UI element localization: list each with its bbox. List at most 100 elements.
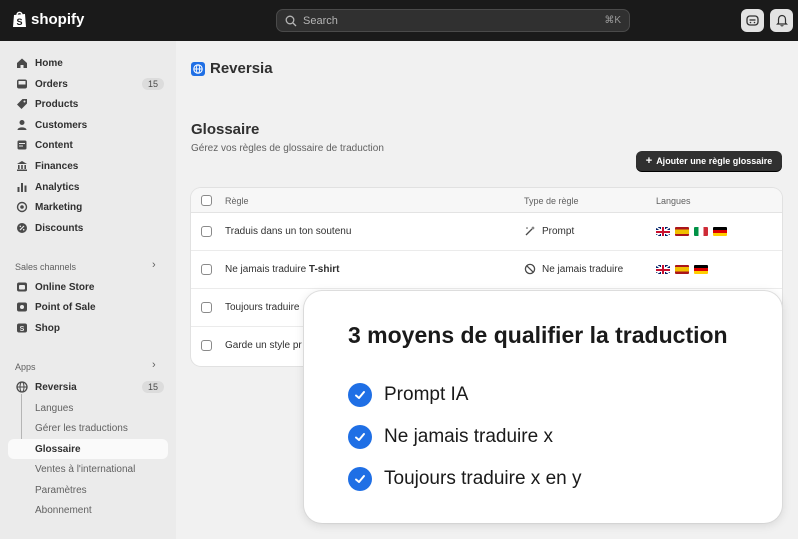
apps-heading: Apps (15, 362, 36, 372)
home-icon (16, 57, 28, 69)
sidebar-item-label: Finances (35, 160, 79, 172)
overlay-title: 3 moyens de qualifier la traduction (348, 322, 728, 348)
sidebar-item-label: Reversia (35, 381, 77, 393)
sidebar-item-label: Abonnement (35, 504, 92, 516)
select-all-checkbox[interactable] (201, 195, 212, 206)
flag-es-icon (675, 227, 689, 236)
column-header-languages: Langues (656, 196, 691, 206)
sidebar-item-marketing[interactable]: Marketing (8, 197, 168, 217)
sidebar-item-analytics[interactable]: Analytics (8, 177, 168, 197)
rule-term: T-shirt (308, 264, 340, 275)
table-row[interactable]: Traduis dans un ton soutenu Prompt (191, 213, 782, 251)
globe-icon (16, 381, 28, 393)
row-checkbox[interactable] (201, 226, 212, 237)
wand-icon (525, 226, 535, 236)
logo-text: shopify (31, 10, 85, 28)
sidebar-item-label: Online Store (35, 281, 95, 293)
sidebar-item-point-of-sale[interactable]: Point of Sale (8, 297, 168, 317)
sidebar-item-label: Marketing (35, 201, 83, 213)
sidebar-subitem-ventes-international[interactable]: Ventes à l'international (8, 459, 168, 479)
column-header-type: Type de règle (524, 196, 579, 206)
shopify-logo[interactable]: S shopify (12, 10, 84, 28)
row-checkbox[interactable] (201, 264, 212, 275)
sidebar-item-label: Ventes à l'international (35, 463, 136, 475)
sidebar-subitem-gerer-traductions[interactable]: Gérer les traductions (8, 418, 168, 438)
flag-es-icon (675, 265, 689, 274)
orders-count-badge: 15 (141, 78, 164, 90)
prohibited-icon (524, 263, 536, 275)
add-glossary-rule-button[interactable]: + Ajouter une règle glossaire (636, 151, 782, 171)
rule-text: Ne jamais traduire T-shirt (225, 264, 340, 275)
check-circle-icon (348, 383, 372, 407)
page-title: Glossaire (191, 121, 260, 138)
chevron-right-icon[interactable]: › (152, 359, 156, 371)
feature-label: Ne jamais traduire x (384, 426, 553, 447)
sidebar-item-customers[interactable]: Customers (8, 115, 168, 135)
rule-text: Toujours traduire (225, 302, 300, 313)
sidebar-subitem-langues[interactable]: Langues (8, 398, 168, 418)
bell-icon (775, 14, 788, 27)
rule-type: Ne jamais traduire (524, 263, 623, 275)
table-row[interactable]: Ne jamais traduire T-shirt Ne jamais tra… (191, 251, 782, 289)
document-icon (16, 139, 28, 151)
check-circle-icon (348, 467, 372, 491)
sidebar-item-discounts[interactable]: Discounts (8, 218, 168, 238)
svg-text:S: S (17, 17, 23, 27)
sidebar-item-online-store[interactable]: Online Store (8, 277, 168, 297)
add-button-label: Ajouter une règle glossaire (656, 156, 773, 166)
sales-channels-heading: Sales channels (15, 262, 77, 272)
rule-type: Prompt (524, 225, 574, 237)
bank-icon (16, 160, 28, 172)
shop-icon: S (16, 322, 28, 334)
app-header: Reversia (191, 60, 273, 77)
sidebar-item-label: Content (35, 139, 73, 151)
discount-icon (16, 222, 28, 234)
shopify-bag-icon: S (13, 11, 26, 27)
store-avatar-icon (746, 15, 759, 26)
sidebar-item-reversia[interactable]: Reversia 15 (8, 377, 168, 397)
sidebar-item-label: Point of Sale (35, 301, 96, 313)
rule-type-label: Prompt (542, 225, 575, 237)
check-circle-icon (348, 425, 372, 449)
search-icon (285, 15, 297, 26)
sidebar-item-products[interactable]: Products (8, 94, 168, 114)
row-checkbox[interactable] (201, 340, 212, 351)
sidebar-item-label: Discounts (35, 222, 84, 234)
sidebar-item-label: Langues (35, 402, 74, 414)
reversia-logo-icon (191, 61, 205, 76)
language-flags (656, 265, 708, 274)
flag-uk-icon (656, 227, 670, 236)
sidebar-subitem-glossaire[interactable]: Glossaire (8, 439, 168, 459)
column-header-rule: Règle (225, 196, 249, 206)
sidebar-subitem-parametres[interactable]: Paramètres (8, 480, 168, 500)
sidebar-subitem-abonnement[interactable]: Abonnement (8, 500, 168, 520)
chevron-right-icon[interactable]: › (152, 259, 156, 271)
sidebar-item-content[interactable]: Content (8, 135, 168, 155)
flag-uk-icon (656, 265, 670, 274)
row-checkbox[interactable] (201, 302, 212, 313)
search-input[interactable]: Search ⌘K (276, 9, 630, 32)
sidebar-item-label: Analytics (35, 181, 80, 193)
person-icon (16, 119, 28, 131)
rule-type-label: Ne jamais traduire (542, 263, 624, 275)
sidebar-item-label: Glossaire (35, 443, 81, 455)
overlay-feature-item: Toujours traduire x en y (348, 467, 582, 491)
sidebar-item-label: Gérer les traductions (35, 422, 128, 434)
store-avatar-button[interactable] (741, 9, 764, 32)
rule-text: Garde un style pr (225, 340, 302, 351)
flag-it-icon (694, 227, 708, 236)
sidebar-item-home[interactable]: Home (8, 53, 168, 73)
sidebar-item-shop[interactable]: S Shop (8, 318, 168, 338)
top-bar: S shopify Search ⌘K (0, 0, 798, 41)
sidebar-item-label: Products (35, 98, 79, 110)
sidebar-item-finances[interactable]: Finances (8, 156, 168, 176)
rule-text: Traduis dans un ton soutenu (225, 226, 352, 237)
language-flags (656, 227, 727, 236)
flag-de-icon (694, 265, 708, 274)
feature-overlay-card: 3 moyens de qualifier la traduction Prom… (304, 291, 782, 523)
pos-icon (16, 301, 28, 313)
table-header: Règle Type de règle Langues (191, 188, 782, 213)
sidebar-item-label: Orders (35, 78, 68, 90)
sidebar-item-orders[interactable]: Orders 15 (8, 74, 168, 94)
notifications-button[interactable] (770, 9, 793, 32)
